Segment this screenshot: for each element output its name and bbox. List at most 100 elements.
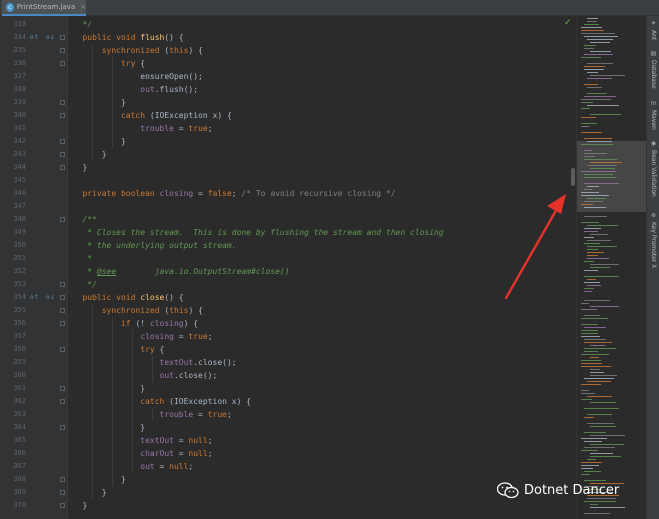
- editor-scrollbar[interactable]: [571, 168, 575, 186]
- implementation-down-icon[interactable]: o↓: [46, 31, 55, 44]
- line-number[interactable]: 357: [4, 330, 26, 343]
- code-line[interactable]: out.flush();: [68, 83, 576, 96]
- code-line[interactable]: *: [68, 252, 576, 265]
- fold-marker-icon[interactable]: [60, 35, 65, 40]
- code-line[interactable]: private boolean closing = false; /* To a…: [68, 187, 576, 200]
- code-line[interactable]: * Closes the stream. This is done by flu…: [68, 226, 576, 239]
- line-number[interactable]: 349: [4, 226, 26, 239]
- code-line[interactable]: synchronized (this) {: [68, 44, 576, 57]
- line-number[interactable]: 360: [4, 369, 26, 382]
- line-number[interactable]: 335: [4, 44, 26, 57]
- code-line[interactable]: * @see java.io.OutputStream#close(): [68, 265, 576, 278]
- code-line[interactable]: public void flush() {: [68, 31, 576, 44]
- line-number[interactable]: 365: [4, 434, 26, 447]
- line-number[interactable]: 352: [4, 265, 26, 278]
- fold-marker-icon[interactable]: [60, 386, 65, 391]
- line-number[interactable]: 337: [4, 70, 26, 83]
- fold-marker-icon[interactable]: [60, 399, 65, 404]
- override-up-icon[interactable]: o↑: [30, 31, 39, 44]
- code-line[interactable]: ensureOpen();: [68, 70, 576, 83]
- fold-marker-icon[interactable]: [60, 113, 65, 118]
- line-number[interactable]: 334: [4, 31, 26, 44]
- line-number[interactable]: 356: [4, 317, 26, 330]
- fold-marker-icon[interactable]: [60, 477, 65, 482]
- line-number[interactable]: 362: [4, 395, 26, 408]
- line-number[interactable]: 367: [4, 460, 26, 473]
- line-number[interactable]: 355: [4, 304, 26, 317]
- code-line[interactable]: trouble = true;: [68, 408, 576, 421]
- fold-marker-icon[interactable]: [60, 165, 65, 170]
- line-number[interactable]: 338: [4, 83, 26, 96]
- line-number[interactable]: 344: [4, 161, 26, 174]
- fold-marker-icon[interactable]: [60, 295, 65, 300]
- tool-window-maven[interactable]: m Maven: [647, 100, 659, 130]
- code-line[interactable]: }: [68, 421, 576, 434]
- fold-marker-icon[interactable]: [60, 282, 65, 287]
- line-number[interactable]: 361: [4, 382, 26, 395]
- override-up-icon[interactable]: o↑: [30, 291, 39, 304]
- line-number[interactable]: 343: [4, 148, 26, 161]
- code-line[interactable]: /**: [68, 213, 576, 226]
- line-number[interactable]: 351: [4, 252, 26, 265]
- fold-marker-icon[interactable]: [60, 152, 65, 157]
- code-line[interactable]: try {: [68, 343, 576, 356]
- code-line[interactable]: }: [68, 499, 576, 512]
- code-minimap[interactable]: [576, 16, 646, 519]
- fold-marker-icon[interactable]: [60, 48, 65, 53]
- code-line[interactable]: }: [68, 382, 576, 395]
- line-number[interactable]: 354: [4, 291, 26, 304]
- line-number[interactable]: 348: [4, 213, 26, 226]
- line-number[interactable]: 333: [4, 18, 26, 31]
- code-line[interactable]: */: [68, 278, 576, 291]
- line-number[interactable]: 358: [4, 343, 26, 356]
- fold-marker-icon[interactable]: [60, 217, 65, 222]
- code-line[interactable]: */: [68, 18, 576, 31]
- fold-marker-icon[interactable]: [60, 490, 65, 495]
- tool-window-bean-validation[interactable]: ◉ Bean Validation: [647, 140, 659, 197]
- close-icon[interactable]: ×: [80, 3, 86, 11]
- fold-marker-icon[interactable]: [60, 139, 65, 144]
- line-number[interactable]: 353: [4, 278, 26, 291]
- code-editor[interactable]: */ public void flush() { synchronized (t…: [68, 16, 576, 519]
- line-number[interactable]: 339: [4, 96, 26, 109]
- line-number[interactable]: 350: [4, 239, 26, 252]
- fold-marker-icon[interactable]: [60, 308, 65, 313]
- code-line[interactable]: synchronized (this) {: [68, 304, 576, 317]
- implementation-down-icon[interactable]: o↓: [46, 291, 55, 304]
- line-number[interactable]: 345: [4, 174, 26, 187]
- line-number[interactable]: 364: [4, 421, 26, 434]
- code-line[interactable]: * the underlying output stream.: [68, 239, 576, 252]
- code-line[interactable]: trouble = true;: [68, 122, 576, 135]
- code-line[interactable]: textOut.close();: [68, 356, 576, 369]
- fold-marker-icon[interactable]: [60, 61, 65, 66]
- code-line[interactable]: catch (IOException x) {: [68, 395, 576, 408]
- code-line[interactable]: public void close() {: [68, 291, 576, 304]
- fold-marker-icon[interactable]: [60, 347, 65, 352]
- tool-window-database[interactable]: ▤ Database: [647, 50, 659, 89]
- fold-marker-icon[interactable]: [60, 321, 65, 326]
- line-number[interactable]: 363: [4, 408, 26, 421]
- code-line[interactable]: if (! closing) {: [68, 317, 576, 330]
- tab-printstream-java[interactable]: c PrintStream.java ×: [2, 0, 86, 16]
- code-line[interactable]: out.close();: [68, 369, 576, 382]
- code-line[interactable]: catch (IOException x) {: [68, 109, 576, 122]
- line-number-gutter[interactable]: 333 334 335 336 337 338 339 340 341 342 343 344 345 3…: [0, 16, 68, 519]
- fold-marker-icon[interactable]: [60, 503, 65, 508]
- line-number[interactable]: 369: [4, 486, 26, 499]
- line-number[interactable]: 368: [4, 473, 26, 486]
- line-number[interactable]: 341: [4, 122, 26, 135]
- fold-marker-icon[interactable]: [60, 425, 65, 430]
- line-number[interactable]: 342: [4, 135, 26, 148]
- line-number[interactable]: 370: [4, 499, 26, 512]
- inspection-ok-icon[interactable]: ✓: [564, 18, 572, 28]
- tool-window-ant[interactable]: ✦ Ant: [647, 20, 659, 40]
- code-line[interactable]: out = null;: [68, 460, 576, 473]
- code-line[interactable]: [68, 174, 576, 187]
- line-number[interactable]: 340: [4, 109, 26, 122]
- code-line[interactable]: }: [68, 135, 576, 148]
- line-number[interactable]: 346: [4, 187, 26, 200]
- fold-marker-icon[interactable]: [60, 100, 65, 105]
- code-line[interactable]: }: [68, 148, 576, 161]
- code-line[interactable]: [68, 200, 576, 213]
- code-line[interactable]: try {: [68, 57, 576, 70]
